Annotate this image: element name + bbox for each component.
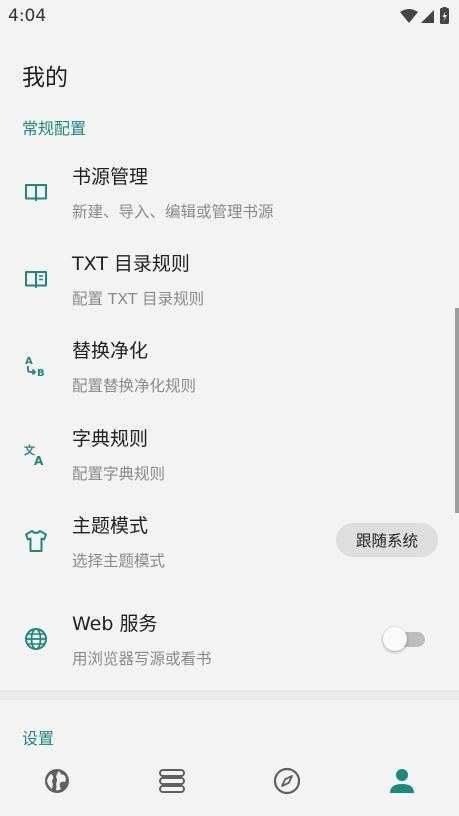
nav-discover[interactable]: [42, 766, 72, 796]
status-time: 4:04: [8, 6, 47, 26]
menu-item-theme-mode[interactable]: 主题模式 选择主题模式 跟随系统: [0, 499, 459, 583]
bottom-navigation: [0, 752, 459, 816]
discover-globe-icon: [45, 769, 69, 793]
battery-icon: [440, 7, 449, 24]
nav-profile[interactable]: [387, 766, 417, 796]
person-icon: [390, 769, 414, 793]
menu-item-replace-rules[interactable]: A B 替换净化 配置替换净化规则: [0, 325, 459, 409]
globe-icon: [22, 625, 50, 653]
nav-bookshelf[interactable]: [157, 766, 187, 796]
tshirt-icon: [22, 527, 50, 555]
section-title-general: 常规配置: [22, 119, 87, 138]
menu-item-title: TXT 目录规则: [72, 253, 190, 275]
menu-item-subtitle: 配置 TXT 目录规则: [72, 290, 205, 308]
section-divider: [0, 690, 459, 700]
menu-item-web-service[interactable]: Web 服务 用浏览器写源或看书: [0, 597, 459, 681]
menu-item-subtitle: 选择主题模式: [72, 552, 166, 570]
menu-item-book-source[interactable]: 书源管理 新建、导入、编辑或管理书源: [0, 150, 459, 234]
menu-item-title: 替换净化: [72, 340, 149, 362]
status-bar: 4:04: [0, 0, 459, 32]
book-toc-icon: [22, 265, 50, 293]
menu-item-txt-toc-rules[interactable]: TXT 目录规则 配置 TXT 目录规则: [0, 238, 459, 322]
compass-icon: [273, 767, 301, 795]
svg-text:A: A: [34, 454, 44, 468]
svg-text:B: B: [37, 368, 45, 379]
menu-item-title: 主题模式: [72, 515, 149, 537]
menu-item-dictionary-rules[interactable]: 文 A 字典规则 配置字典规则: [0, 412, 459, 496]
menu-item-subtitle: 配置字典规则: [72, 465, 166, 483]
page-title: 我的: [22, 65, 68, 91]
menu-item-title: 字典规则: [72, 428, 149, 450]
menu-item-subtitle: 配置替换净化规则: [72, 377, 197, 395]
wifi-icon: [400, 9, 418, 23]
translate-icon: 文 A: [22, 440, 50, 468]
menu-item-title: 书源管理: [72, 166, 149, 188]
menu-item-subtitle: 用浏览器写源或看书: [72, 650, 212, 668]
menu-item-title: Web 服务: [72, 613, 158, 635]
web-service-toggle[interactable]: [383, 626, 425, 652]
theme-mode-chip[interactable]: 跟随系统: [336, 523, 438, 557]
bookshelf-icon: [159, 769, 185, 793]
nav-explore[interactable]: [272, 766, 302, 796]
toggle-thumb: [383, 627, 407, 651]
signal-icon: [421, 10, 434, 23]
svg-text:A: A: [25, 356, 33, 367]
scrollbar[interactable]: [455, 308, 459, 513]
status-icons: [399, 7, 453, 25]
find-replace-icon: A B: [22, 352, 50, 380]
book-icon: [22, 178, 50, 206]
section-title-settings: 设置: [22, 729, 55, 748]
menu-item-subtitle: 新建、导入、编辑或管理书源: [72, 203, 274, 221]
